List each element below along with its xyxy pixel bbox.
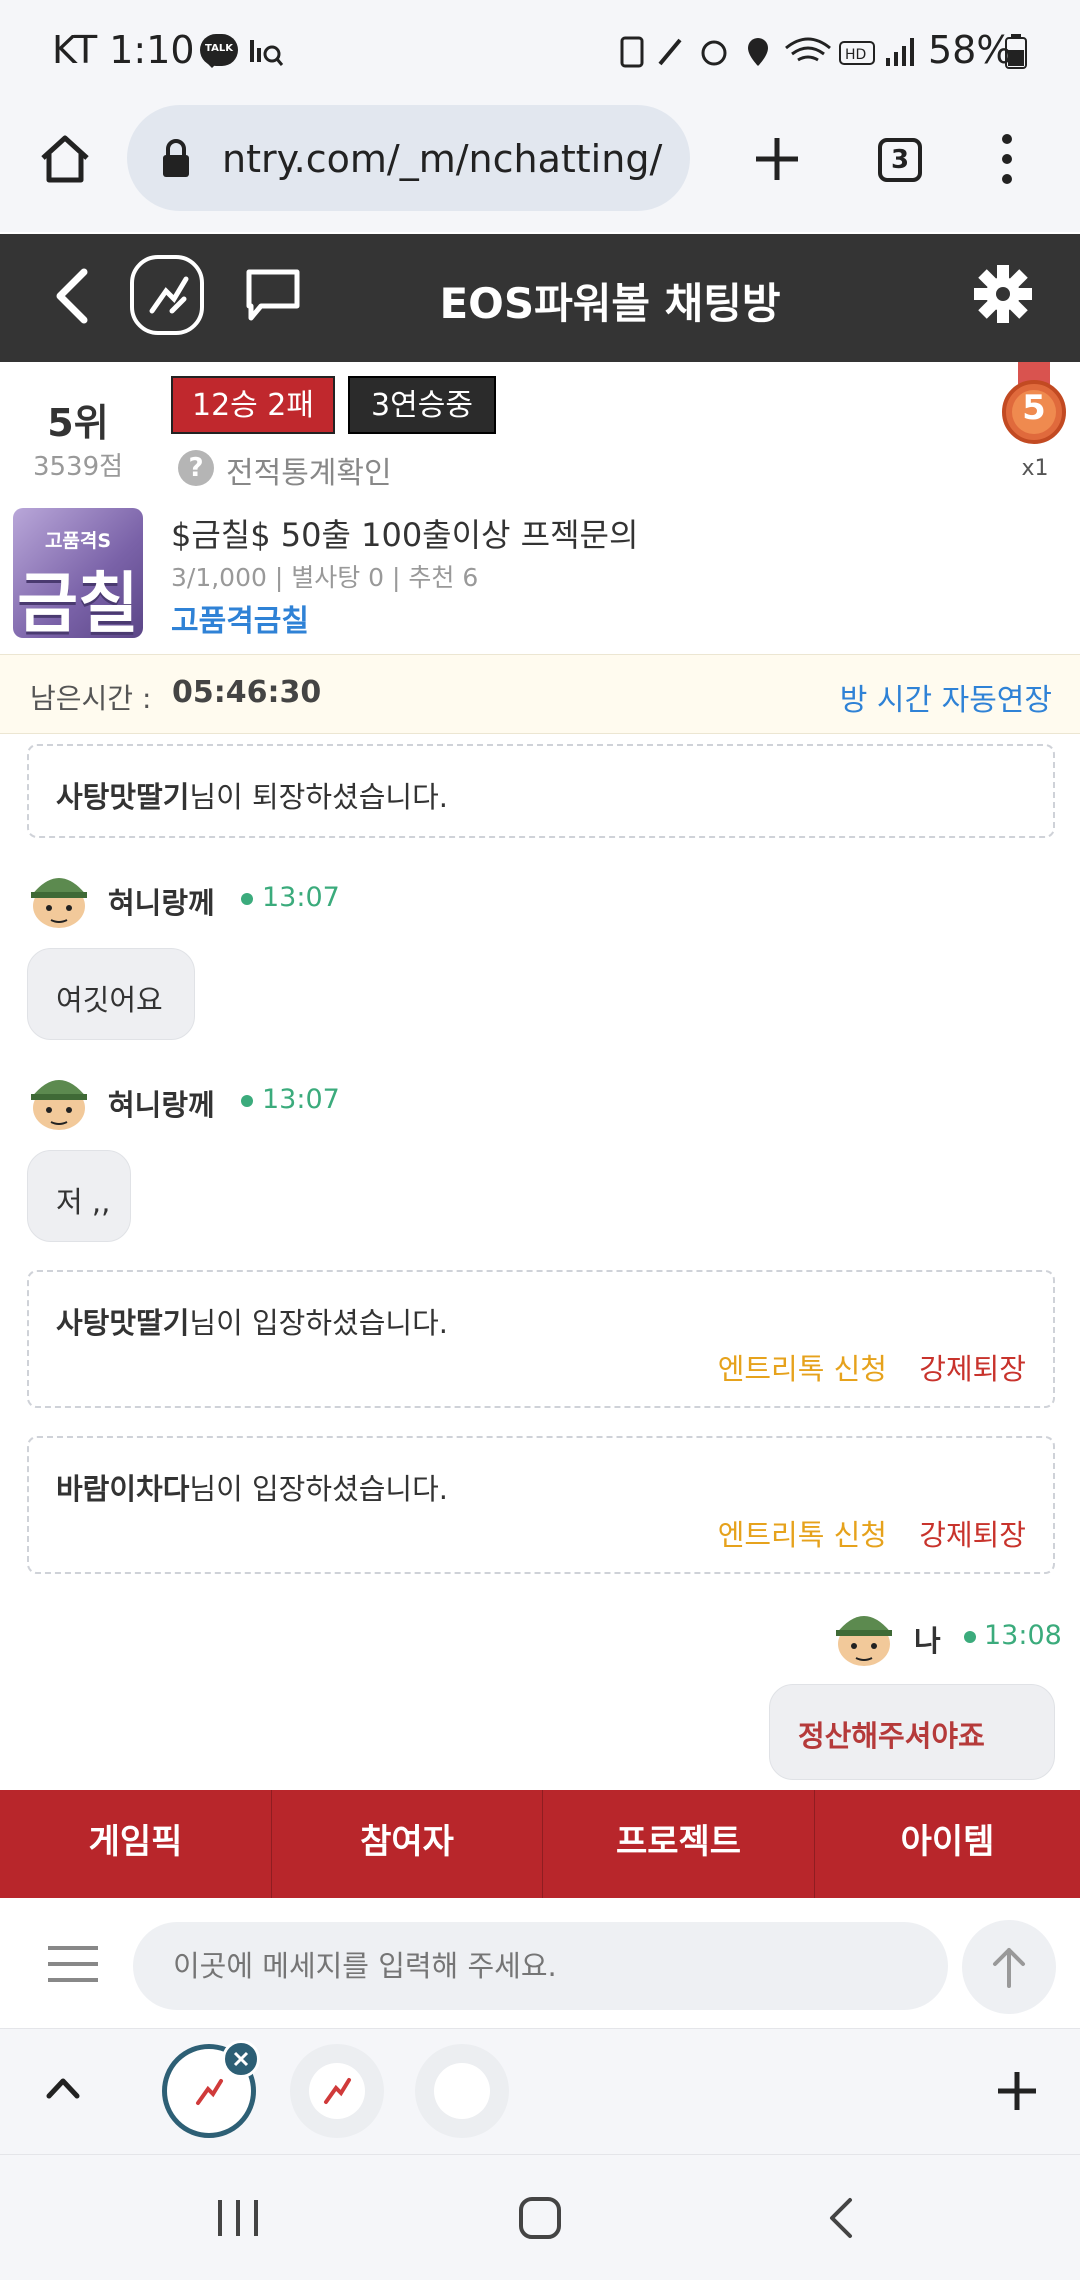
help-icon: ? <box>178 450 214 486</box>
home-button-icon[interactable] <box>518 2196 562 2240</box>
timer-label: 남은시간 : <box>30 682 152 715</box>
auto-extend-link[interactable]: 방 시간 자동연장 <box>840 675 1052 719</box>
url-text: ntry.com/_m/nchatting/ <box>222 137 663 181</box>
my-avatar <box>836 1616 892 1666</box>
send-button[interactable] <box>962 1920 1056 2014</box>
room-owner[interactable]: 고품격금칠 <box>171 596 309 640</box>
rank-label: 5위 <box>47 401 109 445</box>
more-menu-icon[interactable] <box>998 132 1016 186</box>
my-chat-bubble: 정산해주셔야죠 <box>769 1684 1055 1780</box>
timer-bar: 남은시간 : 05:46:30 방 시간 자동연장 <box>0 654 1080 734</box>
stats-link[interactable]: 전적통계확인 <box>226 448 392 492</box>
location-icon <box>748 38 768 66</box>
system-text: 님이 퇴장하셨습니다. <box>189 780 448 814</box>
chart-search-icon <box>250 40 284 66</box>
kakaotalk-icon: TALK <box>200 34 238 68</box>
medal-count: x1 <box>1021 456 1049 481</box>
wifi-icon <box>785 37 831 62</box>
status-bar: KT 1:10 TALK HD 58% <box>0 0 1080 100</box>
system-message: 사탕맛딸기님이 입장하셨습니다. 엔트리톡 신청 강제퇴장 <box>27 1270 1055 1408</box>
room-info-panel <box>0 362 1080 652</box>
chat-time: 13:07 <box>262 882 340 913</box>
message-input[interactable] <box>133 1922 948 2010</box>
pen-icon <box>658 38 682 66</box>
tab-game-pick[interactable]: 게임픽 <box>0 1790 272 1898</box>
add-bubble-icon[interactable] <box>996 2070 1038 2112</box>
online-dot-icon <box>964 1631 976 1643</box>
ntry-logo-button[interactable] <box>130 255 204 335</box>
my-time: 13:08 <box>984 1620 1062 1651</box>
chat-text: 저 ,, <box>56 1185 111 1219</box>
ntry-logo-icon <box>149 276 189 314</box>
menu-icon[interactable] <box>48 1944 98 1984</box>
room-title: $금칠$ 50출 100출이상 프젝문의 <box>171 516 639 554</box>
svg-text:HD: HD <box>845 47 866 63</box>
user-avatar[interactable] <box>27 1068 91 1132</box>
chevron-up-icon[interactable] <box>46 2076 80 2100</box>
system-text: 님이 입장하셨습니다. <box>189 1306 448 1340</box>
recent-apps-icon[interactable] <box>216 2198 260 2238</box>
chat-bubble-icon[interactable] <box>245 268 301 324</box>
online-dot-icon <box>241 1095 253 1107</box>
user-avatar[interactable] <box>27 866 91 930</box>
system-nick: 사탕맛딸기 <box>56 1306 190 1340</box>
home-icon[interactable] <box>38 132 92 186</box>
room-thumbnail: 고품격S 금칠 <box>13 508 143 638</box>
chat-time: 13:07 <box>262 1084 340 1115</box>
system-nick: 바람이차다 <box>56 1472 190 1506</box>
room-meta: 3/1,000 | 별사탕 0 | 추천 6 <box>171 563 479 592</box>
new-tab-icon[interactable] <box>754 136 800 182</box>
back-button-icon[interactable] <box>826 2196 856 2240</box>
ntry-logo-icon <box>324 2078 351 2104</box>
chat-text: 여깃어요 <box>56 983 163 1017</box>
bubble-tab[interactable] <box>290 2044 384 2138</box>
my-chat-text: 정산해주셔야죠 <box>798 1719 985 1753</box>
battery-icon <box>1005 34 1027 69</box>
status-time: KT 1:10 <box>52 28 195 72</box>
kick-link[interactable]: 강제퇴장 <box>919 1512 1026 1554</box>
close-bubble-icon[interactable] <box>222 2040 260 2078</box>
battery-saver-icon <box>620 36 644 68</box>
entry-talk-request-link[interactable]: 엔트리톡 신청 <box>718 1346 887 1388</box>
tab-item[interactable]: 아이템 <box>815 1790 1080 1898</box>
rank-points: 3539점 <box>32 452 124 482</box>
tab-switcher-button[interactable]: 3 <box>878 138 922 182</box>
lock-icon <box>163 139 189 177</box>
system-nick: 사탕맛딸기 <box>56 780 190 814</box>
bottom-tab-bar: 게임픽 참여자 프로젝트 아이템 <box>0 1790 1080 1898</box>
room-header-title: EOS파워볼 채팅방 <box>439 279 781 328</box>
system-text: 님이 입장하셨습니다. <box>189 1472 448 1506</box>
thumb-title: 금칠 <box>17 565 139 638</box>
timer-value: 05:46:30 <box>172 675 322 710</box>
alarm-icon <box>701 40 727 66</box>
entry-talk-request-link[interactable]: 엔트리톡 신청 <box>718 1512 887 1554</box>
signal-icon <box>886 58 890 66</box>
online-dot-icon <box>241 893 253 905</box>
url-field[interactable]: ntry.com/_m/nchatting/ <box>127 105 690 211</box>
chat-nick[interactable]: 혀니랑께 <box>108 1082 215 1124</box>
bubble-tab[interactable] <box>415 2044 509 2138</box>
system-message: 사탕맛딸기님이 퇴장하셨습니다. <box>27 744 1055 838</box>
talk-badge-label: TALK <box>205 43 233 54</box>
back-arrow-icon[interactable] <box>52 268 92 324</box>
tab-participants[interactable]: 참여자 <box>272 1790 543 1898</box>
chat-bubble: 저 ,, <box>27 1150 131 1242</box>
my-nick: 나 <box>914 1624 941 1658</box>
record-badge: 12승 2패 <box>171 376 335 434</box>
kick-link[interactable]: 강제퇴장 <box>919 1346 1026 1388</box>
tab-project[interactable]: 프로젝트 <box>543 1790 815 1898</box>
ntry-logo-icon <box>196 2079 223 2105</box>
thumb-subtitle: 고품격S <box>44 530 112 552</box>
system-message: 바람이차다님이 입장하셨습니다. 엔트리톡 신청 강제퇴장 <box>27 1436 1055 1574</box>
battery-percent: 58% <box>928 28 1013 72</box>
chat-bubble: 여깃어요 <box>27 948 195 1040</box>
arrow-up-icon <box>993 1948 1025 1988</box>
streak-badge: 3연승중 <box>348 376 496 434</box>
chat-nick[interactable]: 혀니랑께 <box>108 880 215 922</box>
settings-gear-icon[interactable] <box>973 264 1033 324</box>
medal-number: 5 <box>1022 388 1046 428</box>
